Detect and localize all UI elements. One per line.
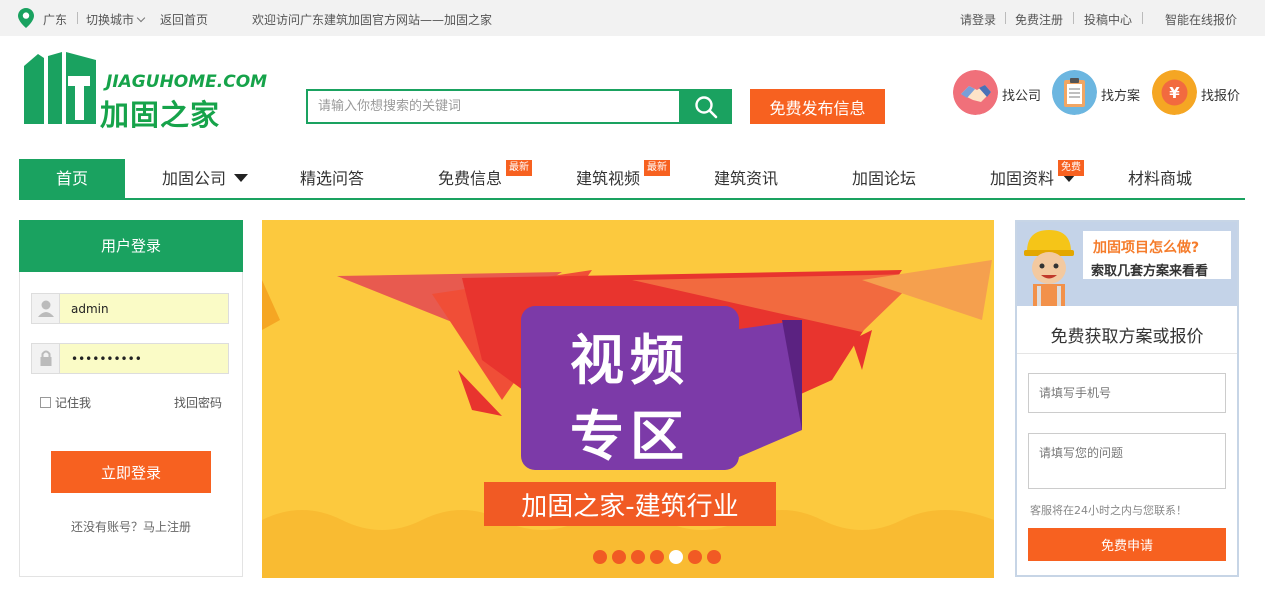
logo-chinese: 加固之家 bbox=[100, 98, 221, 132]
search-button[interactable] bbox=[679, 89, 732, 124]
nav-item-qa[interactable]: 精选问答 bbox=[300, 159, 364, 198]
find-plan-label: 找方案 bbox=[1101, 89, 1141, 104]
login-title: 用户登录 bbox=[19, 220, 243, 272]
nav-item-videos[interactable]: 建筑视频 bbox=[576, 159, 640, 198]
submit-center-link[interactable]: 投稿中心 bbox=[1084, 11, 1132, 28]
top-bar: 广东 切换城市 返回首页 欢迎访问广东建筑加固官方网站——加固之家 请登录 免费… bbox=[0, 0, 1265, 36]
nav-underline bbox=[19, 198, 1245, 200]
yuan-coin-icon: ¥ bbox=[1152, 70, 1197, 115]
welcome-text: 欢迎访问广东建筑加固官方网站——加固之家 bbox=[252, 13, 493, 27]
banner-title-line2: 专区 bbox=[570, 405, 690, 468]
back-home-link[interactable]: 返回首页 bbox=[160, 11, 208, 28]
quote-request-panel: 加固项目怎么做? 索取几套方案来看看 免费获取方案或报价 客服将在24小时之内与… bbox=[1015, 220, 1239, 577]
carousel-dot[interactable] bbox=[631, 550, 645, 564]
handshake-icon bbox=[953, 70, 998, 115]
publish-info-button[interactable]: 免费发布信息 bbox=[750, 89, 885, 124]
dropdown-arrow-icon bbox=[234, 174, 249, 182]
location-pin-icon bbox=[18, 8, 34, 28]
svg-text:¥: ¥ bbox=[1169, 84, 1180, 102]
promo-line1: 加固项目怎么做? bbox=[1093, 240, 1200, 256]
remember-me-checkbox[interactable]: 记住我 bbox=[40, 394, 91, 411]
quote-heading: 免费获取方案或报价 bbox=[1050, 327, 1204, 347]
logo-english: JIAGUHOME.COM bbox=[106, 72, 268, 92]
phone-input[interactable] bbox=[1028, 373, 1226, 413]
clipboard-icon bbox=[1052, 70, 1097, 115]
carousel-dot[interactable] bbox=[707, 550, 721, 564]
divider bbox=[77, 12, 78, 24]
promo-banner: 加固项目怎么做? 索取几套方案来看看 bbox=[1017, 222, 1237, 306]
online-quote-link[interactable]: 智能在线报价 bbox=[1165, 11, 1237, 28]
question-input[interactable] bbox=[1028, 433, 1226, 489]
search-input[interactable] bbox=[306, 89, 679, 124]
nav-item-news[interactable]: 建筑资讯 bbox=[714, 159, 778, 198]
promo-line2: 索取几套方案来看看 bbox=[1091, 264, 1209, 279]
service-note: 客服将在24小时之内与您联系！ bbox=[1030, 504, 1187, 517]
lock-icon bbox=[32, 344, 60, 373]
new-badge: 最新 bbox=[644, 160, 670, 176]
new-badge: 最新 bbox=[506, 160, 532, 176]
search-icon bbox=[694, 95, 717, 118]
carousel-dot[interactable] bbox=[612, 550, 626, 564]
forgot-password-link[interactable]: 找回密码 bbox=[174, 394, 222, 411]
register-link[interactable]: 免费注册 bbox=[1015, 11, 1063, 28]
user-icon bbox=[32, 294, 60, 323]
divider bbox=[1142, 12, 1143, 24]
find-company-label: 找公司 bbox=[1002, 89, 1042, 104]
current-location: 广东 bbox=[43, 13, 68, 27]
checkbox-icon bbox=[40, 397, 51, 408]
divider bbox=[1005, 12, 1006, 24]
password-input[interactable] bbox=[61, 344, 228, 373]
divider bbox=[1073, 12, 1074, 24]
find-quote-label: 找报价 bbox=[1201, 89, 1241, 104]
password-field bbox=[31, 343, 229, 374]
nav-item-companies[interactable]: 加固公司 bbox=[162, 159, 249, 198]
username-input[interactable] bbox=[61, 294, 228, 323]
banner-carousel[interactable]: 视频 专区 加固之家-建筑行业 bbox=[262, 220, 994, 578]
banner-title-line1: 视频 bbox=[570, 329, 690, 392]
nav-item-mall[interactable]: 材料商城 bbox=[1128, 159, 1192, 198]
chevron-down-icon bbox=[136, 13, 146, 23]
nav-item-forum[interactable]: 加固论坛 bbox=[852, 159, 916, 198]
carousel-dot[interactable] bbox=[593, 550, 607, 564]
banner-subtitle: 加固之家-建筑行业 bbox=[521, 492, 739, 522]
nav-item-free-info[interactable]: 免费信息 bbox=[438, 159, 502, 198]
login-panel: 用户登录 记住我 找回密码 立即登录 还没有账号？马上注册 bbox=[19, 220, 243, 577]
login-link[interactable]: 请登录 bbox=[960, 11, 996, 28]
logo-mark-icon bbox=[24, 52, 96, 124]
switch-city-link[interactable]: 切换城市 bbox=[86, 11, 146, 28]
divider bbox=[1017, 353, 1237, 354]
carousel-dot-active[interactable] bbox=[669, 550, 683, 564]
main-nav: 首页 加固公司 精选问答 免费信息 最新 建筑视频 最新 建筑资讯 加固论坛 加… bbox=[0, 159, 1265, 200]
carousel-dot[interactable] bbox=[650, 550, 664, 564]
worker-mascot-icon bbox=[1024, 230, 1074, 306]
nav-item-home[interactable]: 首页 bbox=[19, 159, 125, 198]
register-prompt-link[interactable]: 还没有账号？马上注册 bbox=[20, 518, 242, 535]
free-apply-button[interactable]: 免费申请 bbox=[1028, 528, 1226, 561]
username-field bbox=[31, 293, 229, 324]
free-badge: 免费 bbox=[1058, 160, 1084, 176]
carousel-dot[interactable] bbox=[688, 550, 702, 564]
login-button[interactable]: 立即登录 bbox=[51, 451, 211, 493]
site-logo[interactable]: JIAGUHOME.COM 加固之家 bbox=[18, 50, 267, 132]
